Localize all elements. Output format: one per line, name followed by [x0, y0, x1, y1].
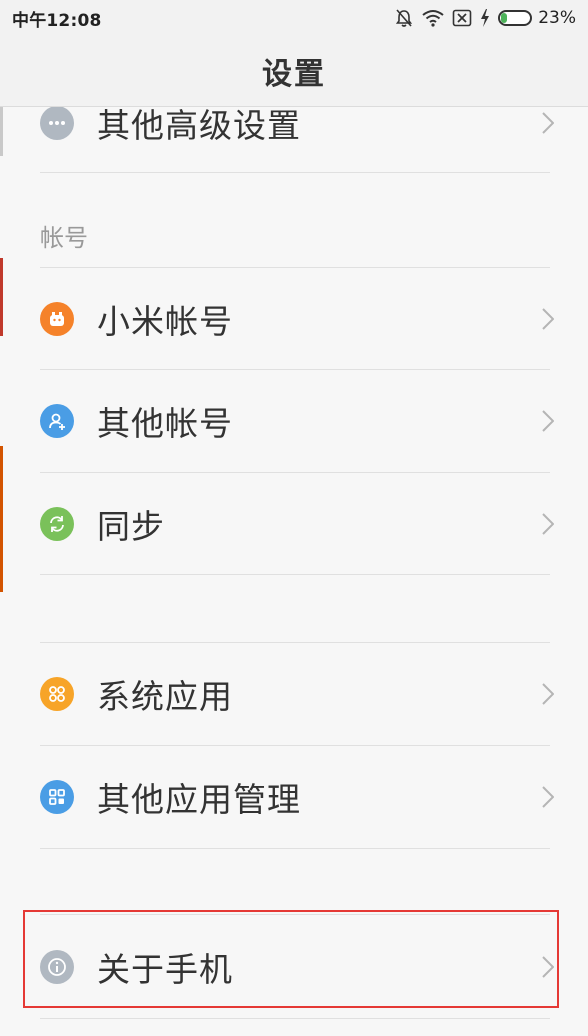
- app-manage-icon: [40, 780, 74, 814]
- row-other-app-management[interactable]: 其他应用管理: [0, 746, 588, 848]
- chevron-right-icon: [542, 786, 554, 808]
- row-sync[interactable]: 同步: [0, 473, 588, 575]
- mi-account-icon: [40, 302, 74, 336]
- page-title: 设置: [262, 57, 326, 92]
- sync-icon: [40, 507, 74, 541]
- chevron-right-icon: [542, 956, 554, 978]
- chevron-right-icon: [542, 308, 554, 330]
- info-icon: [40, 950, 74, 984]
- row-label: 同步: [97, 507, 165, 546]
- divider: [40, 914, 550, 915]
- row-label: 关于手机: [97, 950, 233, 989]
- section-header-accounts: 帐号: [40, 224, 88, 252]
- divider: [40, 848, 550, 849]
- title-bar: 设置: [0, 36, 588, 107]
- row-label: 系统应用: [97, 677, 233, 716]
- divider: [40, 1018, 550, 1019]
- chevron-right-icon: [542, 513, 554, 535]
- more-dots-icon: [40, 106, 74, 140]
- row-system-apps[interactable]: 系统应用: [0, 643, 588, 745]
- row-label: 其他应用管理: [97, 780, 301, 819]
- settings-list[interactable]: 其他高级设置 帐号 小米帐号 其他帐号 同步 系统应用 其他应用管理 关于手机: [0, 0, 588, 1036]
- row-label: 小米帐号: [97, 302, 233, 341]
- add-user-icon: [40, 404, 74, 438]
- row-mi-account[interactable]: 小米帐号: [0, 268, 588, 370]
- row-label: 其他帐号: [97, 404, 233, 443]
- divider: [40, 574, 550, 575]
- row-other-accounts[interactable]: 其他帐号: [0, 370, 588, 472]
- divider: [40, 172, 550, 173]
- chevron-right-icon: [542, 112, 554, 134]
- row-about-phone[interactable]: 关于手机: [0, 916, 588, 1018]
- chevron-right-icon: [542, 410, 554, 432]
- chevron-right-icon: [542, 683, 554, 705]
- apps-grid-icon: [40, 677, 74, 711]
